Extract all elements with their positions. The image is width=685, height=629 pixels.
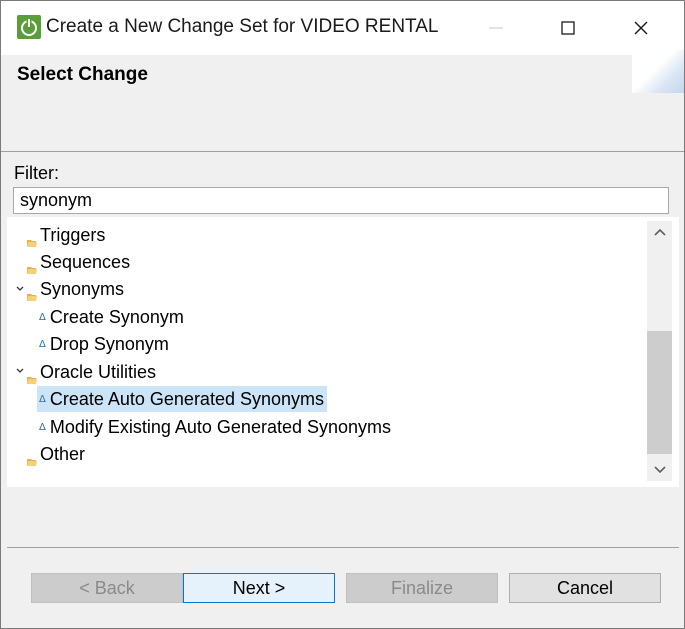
scroll-down-arrow-icon[interactable] [647, 459, 672, 481]
tree-item-create-synonym[interactable]: Δ Create Synonym [39, 304, 184, 330]
folder-open-icon [27, 450, 37, 466]
tree-item-label: Create Synonym [49, 306, 184, 327]
tree-item-label: Modify Existing Auto Generated Synonyms [49, 416, 392, 437]
chevron-down-icon[interactable] [15, 284, 25, 294]
tree-item-label: Create Auto Generated Synonyms [49, 388, 325, 409]
tree-item-label: Synonyms [40, 278, 125, 299]
folder-open-icon [27, 258, 37, 274]
app-power-icon [17, 15, 41, 39]
tree-item-synonyms[interactable]: Synonyms [27, 276, 124, 302]
folder-open-icon [27, 231, 37, 247]
tree-item-oracle-utilities[interactable]: Oracle Utilities [27, 359, 156, 385]
tree-item-label: Other [40, 443, 86, 464]
maximize-icon[interactable] [545, 9, 591, 47]
wizard-banner: Select Change [1, 49, 684, 152]
tree-item-sequences[interactable]: Sequences [27, 249, 130, 275]
tree-scrollbar[interactable] [647, 221, 672, 481]
delta-icon: Δ [39, 421, 46, 433]
scroll-up-arrow-icon[interactable] [647, 221, 672, 243]
back-button[interactable]: < Back [31, 573, 183, 603]
footer-divider [7, 547, 679, 548]
close-icon[interactable] [618, 9, 664, 47]
cancel-button[interactable]: Cancel [509, 573, 661, 603]
tree-item-modify-existing-auto-generated-synonyms[interactable]: Δ Modify Existing Auto Generated Synonym… [39, 414, 391, 440]
filter-input[interactable] [13, 187, 669, 214]
folder-open-icon [27, 285, 37, 301]
banner-graphic [632, 49, 684, 93]
tree-item-label: Sequences [40, 251, 131, 272]
filter-label: Filter: [14, 163, 59, 183]
tree-item-other[interactable]: Other [27, 441, 85, 467]
title-bar: Create a New Change Set for VIDEO RENTAL [1, 1, 684, 55]
delta-icon: Δ [39, 338, 46, 350]
next-button[interactable]: Next > [183, 573, 335, 603]
delta-icon: Δ [39, 311, 46, 323]
change-tree[interactable]: Triggers Sequences Synonyms Δ Create Syn… [7, 217, 679, 487]
tree-item-triggers[interactable]: Triggers [27, 222, 105, 248]
tree-item-label: Oracle Utilities [40, 361, 157, 382]
tree-item-drop-synonym[interactable]: Δ Drop Synonym [39, 331, 169, 357]
page-title: Select Change [17, 64, 148, 85]
tree-item-label: Triggers [40, 224, 106, 245]
window-title: Create a New Change Set for VIDEO RENTAL [46, 16, 439, 37]
scroll-thumb[interactable] [647, 331, 672, 454]
finalize-button[interactable]: Finalize [346, 573, 498, 603]
folder-open-icon [27, 368, 37, 384]
tree-item-label: Drop Synonym [49, 333, 169, 354]
tree-item-create-auto-generated-synonyms[interactable]: Δ Create Auto Generated Synonyms [37, 386, 328, 412]
chevron-down-icon[interactable] [15, 366, 25, 376]
minimize-icon[interactable] [473, 9, 519, 47]
delta-icon: Δ [39, 393, 46, 405]
dialog-window: Create a New Change Set for VIDEO RENTAL… [0, 0, 685, 629]
